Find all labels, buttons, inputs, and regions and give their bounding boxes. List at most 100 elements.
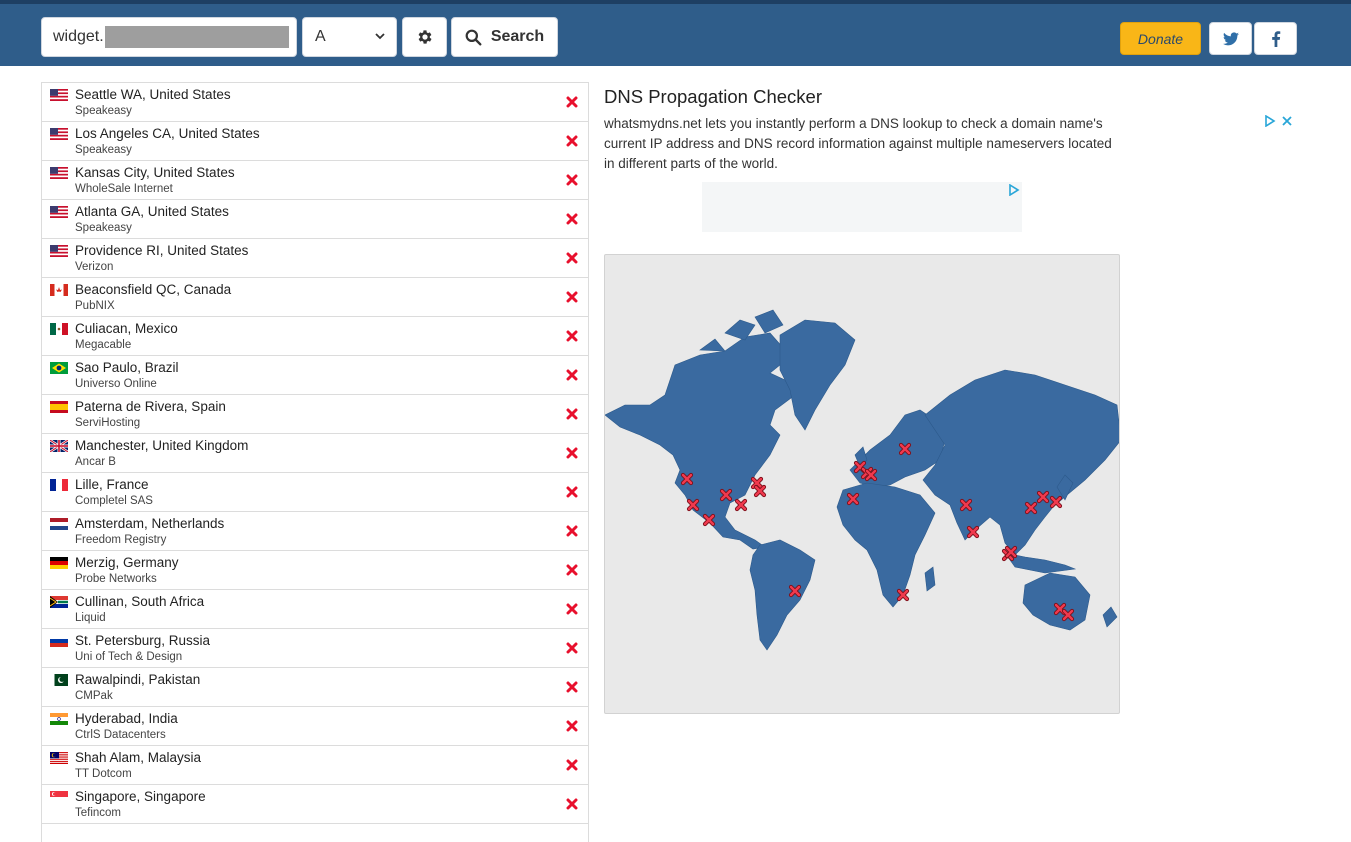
result-location: Merzig, Germany: [75, 555, 179, 570]
result-location: Paterna de Rivera, Spain: [75, 399, 226, 414]
result-row[interactable]: Kansas City, United States WholeSale Inte…: [42, 161, 588, 200]
result-location: Shah Alam, Malaysia: [75, 750, 202, 765]
fail-x-icon: [566, 642, 578, 654]
record-type-value: A: [315, 28, 326, 45]
result-row[interactable]: St. Petersburg, Russia Uni of Tech & Desi…: [42, 629, 588, 668]
record-type-select[interactable]: A: [302, 17, 397, 57]
australia-shape: [1022, 572, 1091, 631]
map-marker-x-icon: [1004, 545, 1018, 559]
flag-us-icon: [50, 245, 68, 257]
map-marker-x-icon: [1024, 501, 1038, 515]
fail-x-icon: [566, 408, 578, 420]
map-marker-x-icon: [959, 498, 973, 512]
map-marker-x-icon: [1061, 608, 1075, 622]
flag-br-icon: [50, 362, 68, 374]
donate-button[interactable]: Donate: [1120, 22, 1201, 55]
result-location: Culiacan, Mexico: [75, 321, 178, 336]
result-row[interactable]: Los Angeles CA, United States Speakeasy: [42, 122, 588, 161]
facebook-share-button[interactable]: [1254, 22, 1297, 55]
chevron-down-icon: [375, 33, 385, 40]
result-provider: Verizon: [75, 261, 114, 273]
fail-x-icon: [566, 681, 578, 693]
result-row[interactable]: Amsterdam, Netherlands Freedom Registry: [42, 512, 588, 551]
result-row[interactable]: Lille, France Completel SAS: [42, 473, 588, 512]
page-description: whatsmydns.net lets you instantly perfor…: [604, 116, 1112, 171]
result-row[interactable]: Merzig, Germany Probe Networks: [42, 551, 588, 590]
ad-banner[interactable]: [702, 182, 1022, 232]
result-row[interactable]: Singapore, Singapore Tefincom: [42, 785, 588, 824]
map-marker-x-icon: [734, 498, 748, 512]
map-marker-x-icon: [753, 484, 767, 498]
result-row[interactable]: Beaconsfield QC, Canada PubNIX: [42, 278, 588, 317]
result-row[interactable]: Shah Alam, Malaysia TT Dotcom: [42, 746, 588, 785]
gear-icon: [418, 30, 432, 44]
result-row[interactable]: Culiacan, Mexico Megacable: [42, 317, 588, 356]
result-location: Atlanta GA, United States: [75, 204, 229, 219]
fail-x-icon: [566, 759, 578, 771]
result-provider: PubNIX: [75, 300, 115, 312]
result-row[interactable]: Rawalpindi, Pakistan CMPak: [42, 668, 588, 707]
world-map[interactable]: [604, 254, 1120, 714]
fail-x-icon: [566, 252, 578, 264]
fail-x-icon: [566, 720, 578, 732]
result-provider: WholeSale Internet: [75, 183, 173, 195]
result-row[interactable]: Providence RI, United States Verizon: [42, 239, 588, 278]
map-marker-x-icon: [702, 513, 716, 527]
close-icon[interactable]: [1281, 115, 1293, 127]
flag-de-icon: [50, 557, 68, 569]
result-location: Hyderabad, India: [75, 711, 178, 726]
result-provider: Speakeasy: [75, 105, 132, 117]
fail-x-icon: [566, 135, 578, 147]
result-location: Rawalpindi, Pakistan: [75, 672, 201, 687]
facebook-icon: [1271, 30, 1280, 47]
result-provider: Liquid: [75, 612, 106, 624]
flag-pk-icon: [50, 674, 68, 686]
map-marker-x-icon: [686, 498, 700, 512]
map-marker-x-icon: [1036, 490, 1050, 504]
result-location: Cullinan, South Africa: [75, 594, 205, 609]
search-button[interactable]: Search: [451, 17, 558, 57]
result-provider: ServiHosting: [75, 417, 141, 429]
result-provider: CtrlS Datacenters: [75, 729, 166, 741]
result-row[interactable]: [42, 824, 588, 842]
result-provider: TT Dotcom: [75, 768, 132, 780]
flag-za-icon: [50, 596, 68, 608]
result-row[interactable]: Seattle WA, United States Speakeasy: [42, 83, 588, 122]
result-row[interactable]: Paterna de Rivera, Spain ServiHosting: [42, 395, 588, 434]
result-row[interactable]: Hyderabad, India CtrlS Datacenters: [42, 707, 588, 746]
flag-my-icon: [50, 752, 68, 764]
flag-us-icon: [50, 206, 68, 218]
fail-x-icon: [566, 330, 578, 342]
result-row[interactable]: Sao Paulo, Brazil Universo Online: [42, 356, 588, 395]
result-provider: Uni of Tech & Design: [75, 651, 183, 663]
result-provider: Speakeasy: [75, 144, 132, 156]
twitter-share-button[interactable]: [1209, 22, 1252, 55]
result-row[interactable]: Manchester, United Kingdom Ancar B: [42, 434, 588, 473]
flag-ru-icon: [50, 635, 68, 647]
flag-sg-icon: [50, 791, 68, 803]
header-bar: widget. A Search Donate: [0, 4, 1351, 66]
result-location: Providence RI, United States: [75, 243, 249, 258]
fail-x-icon: [566, 291, 578, 303]
flag-fr-icon: [50, 479, 68, 491]
result-provider: Ancar B: [75, 456, 116, 468]
settings-button[interactable]: [402, 17, 447, 57]
fail-x-icon: [566, 174, 578, 186]
domain-prefix: widget.: [53, 28, 104, 45]
map-marker-x-icon: [680, 472, 694, 486]
map-marker-x-icon: [788, 584, 802, 598]
result-provider: Megacable: [75, 339, 132, 351]
map-marker-x-icon: [846, 492, 860, 506]
ad-choices[interactable]: [1264, 115, 1293, 127]
result-location: St. Petersburg, Russia: [75, 633, 211, 648]
fail-x-icon: [566, 96, 578, 108]
result-row[interactable]: Atlanta GA, United States Speakeasy: [42, 200, 588, 239]
twitter-icon: [1222, 31, 1239, 45]
new-zealand-shape: [1102, 606, 1118, 628]
adchoices-icon[interactable]: [1008, 184, 1020, 196]
adchoices-icon[interactable]: [1264, 115, 1276, 127]
domain-input[interactable]: widget.: [41, 17, 297, 57]
north-america-shape: [605, 332, 796, 550]
fail-x-icon: [566, 486, 578, 498]
result-row[interactable]: Cullinan, South Africa Liquid: [42, 590, 588, 629]
